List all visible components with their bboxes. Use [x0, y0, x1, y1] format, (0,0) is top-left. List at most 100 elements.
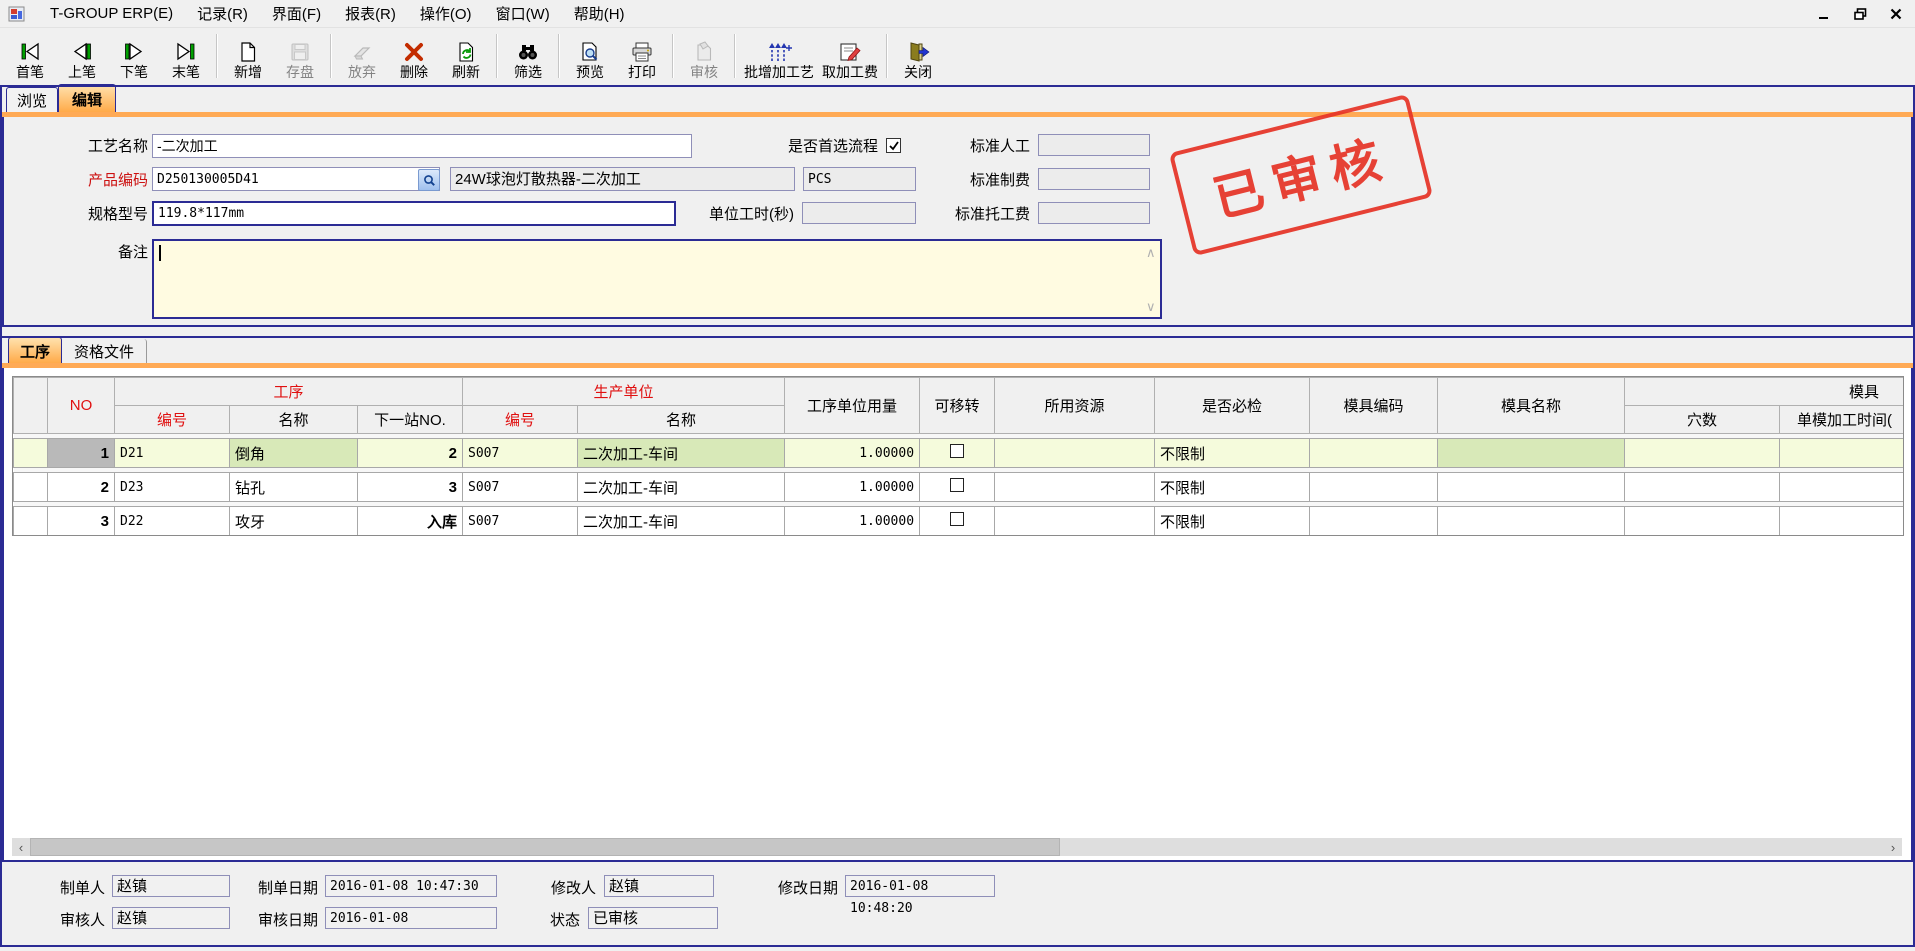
cell-unit-code[interactable]: S007 — [463, 473, 578, 502]
cell-process-name[interactable]: 倒角 — [230, 439, 358, 468]
print-button[interactable]: 打印 — [616, 30, 668, 82]
menu-app[interactable]: T-GROUP ERP(E) — [38, 2, 185, 25]
cell-must-inspect[interactable]: 不限制 — [1155, 439, 1310, 468]
spec-input[interactable] — [152, 201, 676, 226]
cell-usage[interactable]: 1.00000 — [785, 473, 920, 502]
cell-process-code[interactable]: D22 — [115, 507, 230, 536]
cell-unit-name[interactable]: 二次加工-车间 — [578, 439, 785, 468]
table-row[interactable]: 3 D22 攻牙 入库 S007 二次加工-车间 1.00000 不限制 — [14, 507, 1905, 536]
delete-button[interactable]: 删除 — [388, 30, 440, 82]
cell-unit-name[interactable]: 二次加工-车间 — [578, 473, 785, 502]
menu-interface[interactable]: 界面(F) — [260, 0, 333, 27]
horizontal-scrollbar[interactable]: ‹ › — [12, 838, 1902, 856]
cell-usage[interactable]: 1.00000 — [785, 439, 920, 468]
std-outsource-fee-field[interactable] — [1038, 202, 1150, 224]
cell-mold-time[interactable] — [1780, 439, 1904, 468]
cell-cavities[interactable] — [1625, 507, 1780, 536]
exit-door-icon — [906, 41, 930, 63]
cell-mold-code[interactable] — [1310, 507, 1438, 536]
cell-mold-code[interactable] — [1310, 439, 1438, 468]
cell-unit-name[interactable]: 二次加工-车间 — [578, 507, 785, 536]
cell-cavities[interactable] — [1625, 439, 1780, 468]
create-date-label: 制单日期 — [240, 878, 318, 900]
cell-resources[interactable] — [995, 473, 1155, 502]
minimize-icon[interactable] — [1813, 4, 1835, 24]
cell-process-name[interactable]: 钻孔 — [230, 473, 358, 502]
product-code-input[interactable] — [152, 167, 440, 191]
cell-mold-time[interactable] — [1780, 473, 1904, 502]
header-unit-name: 名称 — [578, 406, 785, 434]
cell-resources[interactable] — [995, 439, 1155, 468]
cell-transferable[interactable] — [920, 473, 995, 502]
preview-icon — [579, 41, 601, 63]
tab-edit[interactable]: 编辑 — [58, 84, 116, 113]
scroll-right-icon[interactable]: › — [1884, 838, 1902, 856]
cell-must-inspect[interactable]: 不限制 — [1155, 473, 1310, 502]
transferable-checkbox[interactable] — [950, 444, 964, 458]
cell-no[interactable]: 1 — [48, 439, 115, 468]
table-row[interactable]: 2 D23 钻孔 3 S007 二次加工-车间 1.00000 不限制 — [14, 473, 1905, 502]
cell-unit-code[interactable]: S007 — [463, 439, 578, 468]
close-form-button[interactable]: 关闭 — [892, 30, 944, 82]
filter-button[interactable]: 筛选 — [502, 30, 554, 82]
cell-transferable[interactable] — [920, 507, 995, 536]
cell-mold-time[interactable] — [1780, 507, 1904, 536]
cell-process-code[interactable]: D21 — [115, 439, 230, 468]
cell-resources[interactable] — [995, 507, 1155, 536]
tab-process[interactable]: 工序 — [8, 337, 62, 364]
cell-process-code[interactable]: D23 — [115, 473, 230, 502]
cell-no[interactable]: 2 — [48, 473, 115, 502]
preview-button[interactable]: 预览 — [564, 30, 616, 82]
toolbar-separator — [496, 34, 498, 78]
menu-window[interactable]: 窗口(W) — [484, 0, 562, 27]
cell-cavities[interactable] — [1625, 473, 1780, 502]
first-record-button[interactable]: 首笔 — [4, 30, 56, 82]
last-record-button[interactable]: 末笔 — [160, 30, 212, 82]
process-name-input[interactable] — [152, 134, 692, 158]
scroll-up-icon[interactable]: ∧ — [1146, 246, 1156, 259]
restore-icon[interactable] — [1849, 4, 1871, 24]
cell-next-no[interactable]: 3 — [358, 473, 463, 502]
menu-record[interactable]: 记录(R) — [185, 0, 260, 27]
cell-usage[interactable]: 1.00000 — [785, 507, 920, 536]
menu-help[interactable]: 帮助(H) — [562, 0, 637, 27]
tabpage-topline — [0, 85, 1915, 87]
scroll-down-icon[interactable]: ∨ — [1146, 300, 1156, 313]
cell-next-no[interactable]: 入库 — [358, 507, 463, 536]
next-record-button[interactable]: 下笔 — [108, 30, 160, 82]
cell-mold-code[interactable] — [1310, 473, 1438, 502]
row-indicator[interactable] — [14, 473, 48, 502]
cell-process-name[interactable]: 攻牙 — [230, 507, 358, 536]
get-processing-fee-button[interactable]: 取加工费 — [818, 30, 882, 82]
menu-report[interactable]: 报表(R) — [333, 0, 408, 27]
scroll-left-icon[interactable]: ‹ — [12, 838, 30, 856]
remark-textarea[interactable] — [152, 239, 1162, 319]
close-icon[interactable] — [1885, 4, 1907, 24]
row-indicator[interactable] — [14, 439, 48, 468]
cell-mold-name[interactable] — [1438, 507, 1625, 536]
tab-browse[interactable]: 浏览 — [6, 87, 58, 113]
cell-must-inspect[interactable]: 不限制 — [1155, 507, 1310, 536]
std-mfg-fee-field[interactable] — [1038, 168, 1150, 190]
tab-qualification[interactable]: 资格文件 — [62, 339, 147, 363]
product-lookup-button[interactable] — [418, 169, 440, 191]
new-button[interactable]: 新增 — [222, 30, 274, 82]
cell-mold-name[interactable] — [1438, 439, 1625, 468]
menu-operation[interactable]: 操作(O) — [408, 0, 484, 27]
batch-add-process-button[interactable]: 批增加工艺 — [740, 30, 818, 82]
prev-record-button[interactable]: 上笔 — [56, 30, 108, 82]
cell-mold-name[interactable] — [1438, 473, 1625, 502]
transferable-checkbox[interactable] — [950, 512, 964, 526]
preferred-flow-checkbox[interactable] — [886, 138, 901, 153]
row-indicator[interactable] — [14, 507, 48, 536]
table-row[interactable]: 1 D21 倒角 2 S007 二次加工-车间 1.00000 不限制 — [14, 439, 1905, 468]
refresh-button[interactable]: 刷新 — [440, 30, 492, 82]
std-labor-field[interactable] — [1038, 134, 1150, 156]
scrollbar-thumb[interactable] — [30, 838, 1060, 856]
unit-hours-field[interactable] — [802, 202, 916, 224]
cell-unit-code[interactable]: S007 — [463, 507, 578, 536]
cell-transferable[interactable] — [920, 439, 995, 468]
cell-next-no[interactable]: 2 — [358, 439, 463, 468]
transferable-checkbox[interactable] — [950, 478, 964, 492]
cell-no[interactable]: 3 — [48, 507, 115, 536]
